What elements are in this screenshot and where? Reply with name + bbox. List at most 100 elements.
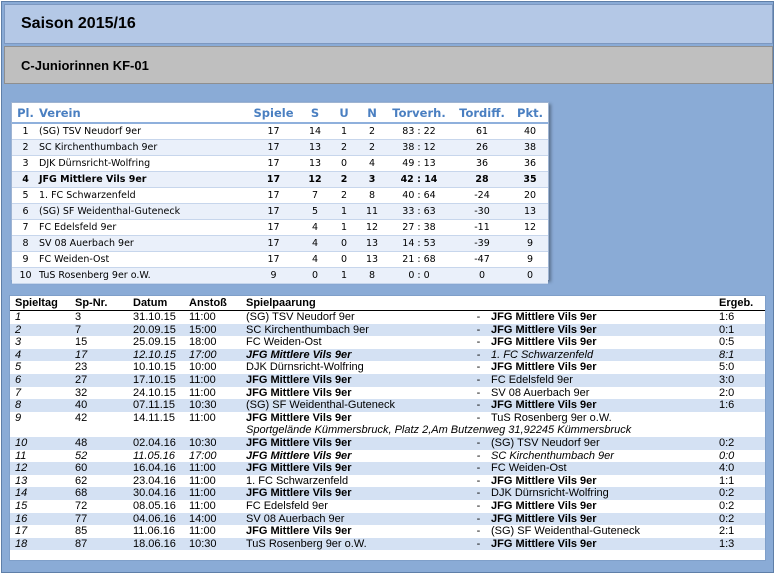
match-cell-anstoss: 10:30 [184, 537, 241, 551]
match-cell-away: TuS Rosenberg 9er o.W. [491, 411, 612, 424]
match-cell-away: (SG) SF Weidenthal-Guteneck [491, 525, 640, 538]
match-cell-away: JFG Mittlere Vils 9er [486, 323, 714, 337]
match-cell-anstoss: 11:00 [189, 474, 216, 487]
match-cell-away: FC Weiden-Ost [486, 462, 714, 475]
match-cell-datum: 25.09.15 [133, 336, 176, 349]
match-row: 7 32 24.10.15 11:00 JFG Mittlere Vils 9er - SV… [10, 387, 765, 400]
standings-row: 4 JFG Mittlere Vils 9er 17 12 2 3 42 : 14 28 35 [12, 171, 548, 188]
match-cell-away: JFG Mittlere Vils 9er [486, 399, 714, 412]
match-cell-spieltag: 4 [10, 348, 70, 362]
standings-cell-spiele: 17 [247, 251, 300, 268]
match-cell-anstoss: 14:00 [184, 512, 241, 526]
match-col-header [471, 296, 486, 311]
match-cell-away: JFG Mittlere Vils 9er [486, 512, 714, 526]
standings-cell-s: 4 [300, 235, 330, 252]
standings-cell-s: 12 [300, 171, 330, 188]
match-row: 4 17 12.10.15 17:00 JFG Mittlere Vils 9er -1.… [10, 348, 765, 362]
standings-cell-tordiff: -11 [452, 219, 512, 236]
match-cell-spieltag: 9 [15, 411, 22, 424]
match-header-row: Spieltag Sp-Nr. Datum Anstoß Spielpaarung Erg… [10, 296, 765, 311]
match-cell-spieltag: 17 [15, 525, 28, 538]
standings-cell-spiele: 17 [247, 235, 300, 252]
standings-cell-n: 12 [358, 219, 386, 236]
standings-cell-s: 5 [300, 203, 330, 220]
match-cell-datum: 08.05.16 [133, 499, 176, 512]
match-cell-away: SV 08 Auerbach 9er [491, 386, 590, 399]
match-cell-ergebnis [714, 412, 765, 425]
match-row: 15 72 08.05.16 11:00 FC Edelsfeld 9er - JFG Mi… [10, 500, 765, 513]
standings-cell-spiele: 17 [247, 123, 300, 140]
standings-cell-tordiff: -39 [452, 235, 512, 252]
standings-cell-verein: TuS Rosenberg 9er o.W. [39, 267, 247, 284]
standings-col-header: Pl. [12, 103, 39, 124]
match-cell-ergebnis: 1:1 [719, 474, 735, 487]
standings-cell-torverh: 14 : 53 [386, 235, 452, 252]
match-row: 8 40 07.11.15 10:30 (SG) SF Weidenthal-Guten… [10, 399, 765, 412]
match-cell-nr: 72 [75, 499, 88, 512]
standings-cell-pl: 10 [12, 267, 39, 284]
match-row: 18 87 18.06.16 10:30 TuS Rosenberg 9er o.W. -… [10, 537, 765, 551]
season-title: Saison 2015/16 [21, 15, 136, 32]
match-cell-spieltag: 11 [15, 449, 27, 462]
match-separator: - [476, 336, 481, 349]
match-cell-datum: 14.11.15 [133, 411, 176, 424]
match-cell-home: (SG) SF Weidenthal-Guteneck [241, 399, 471, 412]
standings-cell-spiele: 17 [247, 139, 300, 156]
match-cell-anstoss: 17:00 [184, 348, 241, 362]
standings-row: 3 DJK Dürnsricht-Wolfring 17 13 0 4 49 : 13 36 3… [12, 155, 548, 172]
match-row: 13 62 23.04.16 11:00 1. FC Schwarzenfeld - JFG… [10, 475, 765, 488]
match-cell-spieltag: 5 [15, 361, 22, 374]
standings-cell-u: 0 [330, 155, 358, 172]
match-cell-home: JFG Mittlere Vils 9er [246, 411, 352, 424]
match-cell-spieltag: 16 [10, 512, 70, 526]
match-cell-ergebnis: 0:1 [714, 323, 765, 337]
match-cell-home: TuS Rosenberg 9er o.W. [241, 537, 471, 551]
match-cell-anstoss: 10:30 [184, 436, 241, 450]
standings-cell-pl: 5 [12, 187, 39, 204]
venue-note: Sportgelände Kümmersbruck, Platz 2,Am Bu… [246, 424, 632, 437]
standings-cell-tordiff: 28 [452, 171, 512, 188]
standings-cell-pl: 4 [12, 171, 39, 188]
match-cell-ergebnis: 2:1 [719, 525, 735, 538]
standings-table: Pl. Verein Spiele S U N Torverh. Tordiff. Pkt. 1… [11, 102, 549, 284]
match-cell-nr: 85 [75, 525, 88, 538]
standings-cell-n: 3 [358, 171, 386, 188]
match-cell-away: JFG Mittlere Vils 9er [491, 361, 597, 374]
standings-cell-pl: 8 [12, 235, 39, 252]
match-col-header: Spieltag [10, 296, 70, 311]
match-cell-away: DJK Dürnsricht-Wolfring [486, 487, 714, 500]
standings-cell-n: 13 [358, 251, 386, 268]
match-cell-datum: 11.06.16 [133, 525, 176, 538]
match-cell-nr: 87 [70, 537, 128, 551]
match-cell-away: 1. FC Schwarzenfeld [486, 348, 714, 362]
standings-row: 1 (SG) TSV Neudorf 9er 17 14 1 2 83 : 22 61 40 [12, 123, 548, 140]
match-cell-ergebnis: 4:0 [714, 462, 765, 475]
match-cell-spieltag: 6 [10, 373, 70, 387]
standings-col-header: Pkt. [512, 103, 548, 124]
match-cell-anstoss: 11:00 [189, 411, 216, 424]
match-cell-datum: 17.10.15 [128, 373, 184, 387]
match-separator: - [476, 525, 481, 538]
standings-cell-pl: 2 [12, 139, 39, 156]
standings-cell-pl: 6 [12, 203, 39, 220]
standings-cell-verein: SC Kirchenthumbach 9er [39, 139, 247, 156]
standings-cell-pkt: 0 [512, 267, 548, 284]
match-cell-nr: 60 [70, 462, 128, 475]
standings-cell-tordiff: -24 [452, 187, 512, 204]
standings-cell-tordiff: 36 [452, 155, 512, 172]
standings-cell-s: 14 [300, 123, 330, 140]
standings-row: 5 1. FC Schwarzenfeld 17 7 2 8 40 : 64 -24 20 [12, 187, 548, 204]
match-cell-nr: 15 [75, 336, 88, 349]
standings-cell-pkt: 35 [512, 171, 548, 188]
match-cell-nr: 17 [70, 348, 128, 362]
season-header: Saison 2015/16 [4, 4, 773, 44]
match-cell-nr: 7 [70, 323, 128, 337]
match-cell-ergebnis: 0:5 [719, 336, 735, 349]
league-header: C-Juniorinnen KF-01 [4, 46, 773, 84]
standings-cell-u: 0 [330, 235, 358, 252]
standings-cell-n: 4 [358, 155, 386, 172]
match-cell-anstoss: 17:00 [189, 449, 217, 462]
standings-cell-spiele: 17 [247, 187, 300, 204]
match-cell-ergebnis: 0:0 [719, 449, 735, 462]
match-col-header: Sp-Nr. [70, 296, 128, 311]
